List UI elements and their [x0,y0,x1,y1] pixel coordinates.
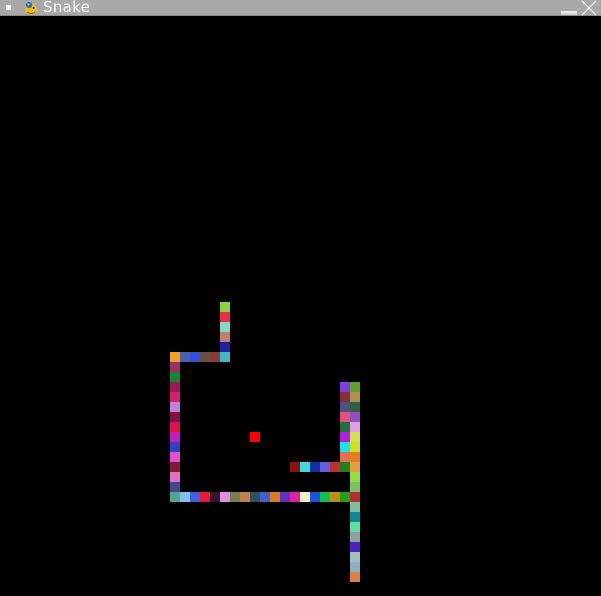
snake-segment [350,442,360,452]
snake-segment [210,352,220,362]
snake-segment [230,492,240,502]
snake-segment [350,542,360,552]
snake-segment [170,402,180,412]
snake-segment [340,382,350,392]
snake-segment [310,462,320,472]
snake-segment [170,432,180,442]
snake-segment [260,492,270,502]
snake-segment [310,492,320,502]
snake-segment [270,492,280,502]
snake-app-icon [25,2,37,15]
snake-segment [170,392,180,402]
snake-segment [170,482,180,492]
snake-segment [200,352,210,362]
snake-segment [220,332,230,342]
snake-segment [350,422,360,432]
snake-segment [220,322,230,332]
snake-segment [290,492,300,502]
snake-segment [170,462,180,472]
snake-segment [170,472,180,482]
snake-segment [220,312,230,322]
window-menu-icon[interactable] [6,5,11,10]
snake-segment [280,492,290,502]
snake-segment [350,522,360,532]
snake-segment [350,462,360,472]
snake-segment [170,422,180,432]
snake-segment [350,392,360,402]
window-title: Snake [43,0,91,16]
snake-segment [340,392,350,402]
title-bar[interactable]: Snake [0,0,601,16]
snake-segment [350,552,360,562]
snake-segment [190,492,200,502]
snake-head [220,302,230,312]
snake-segment [250,492,260,502]
snake-segment [170,412,180,422]
snake-segment [350,562,360,572]
snake-segment [220,342,230,352]
snake-segment [340,442,350,452]
minimize-icon[interactable] [560,0,578,16]
snake-segment [220,492,230,502]
snake-segment [170,382,180,392]
snake-segment [340,432,350,442]
snake-segment [330,492,340,502]
snake-segment [220,352,230,362]
snake-segment [320,492,330,502]
snake-segment [340,402,350,412]
snake-segment [350,492,360,502]
snake-segment [200,492,210,502]
snake-segment [300,462,310,472]
snake-segment [190,352,200,362]
snake-segment [340,492,350,502]
snake-segment [170,372,180,382]
snake-segment [180,352,190,362]
snake-segment [320,462,330,472]
snake-segment [340,452,350,462]
food-pellet [250,432,260,442]
snake-segment [350,432,360,442]
snake-segment [350,382,360,392]
snake-segment [210,492,220,502]
snake-segment [350,472,360,482]
snake-segment [340,422,350,432]
snake-segment [170,492,180,502]
snake-segment [180,492,190,502]
snake-segment [330,462,340,472]
snake-segment [350,512,360,522]
snake-segment [170,362,180,372]
close-icon[interactable] [580,0,598,16]
snake-segment [350,402,360,412]
snake-segment [350,572,360,582]
snake-segment [240,492,250,502]
snake-segment [350,532,360,542]
snake-segment [340,412,350,422]
snake-segment [350,502,360,512]
snake-segment [170,442,180,452]
snake-segment [290,462,300,472]
snake-segment [300,492,310,502]
snake-segment [350,452,360,462]
snake-segment [340,462,350,472]
snake-segment [350,482,360,492]
game-window: Snake [0,0,601,596]
game-board[interactable] [0,16,601,596]
snake-segment [170,452,180,462]
snake-segment [170,352,180,362]
snake-segment [350,412,360,422]
